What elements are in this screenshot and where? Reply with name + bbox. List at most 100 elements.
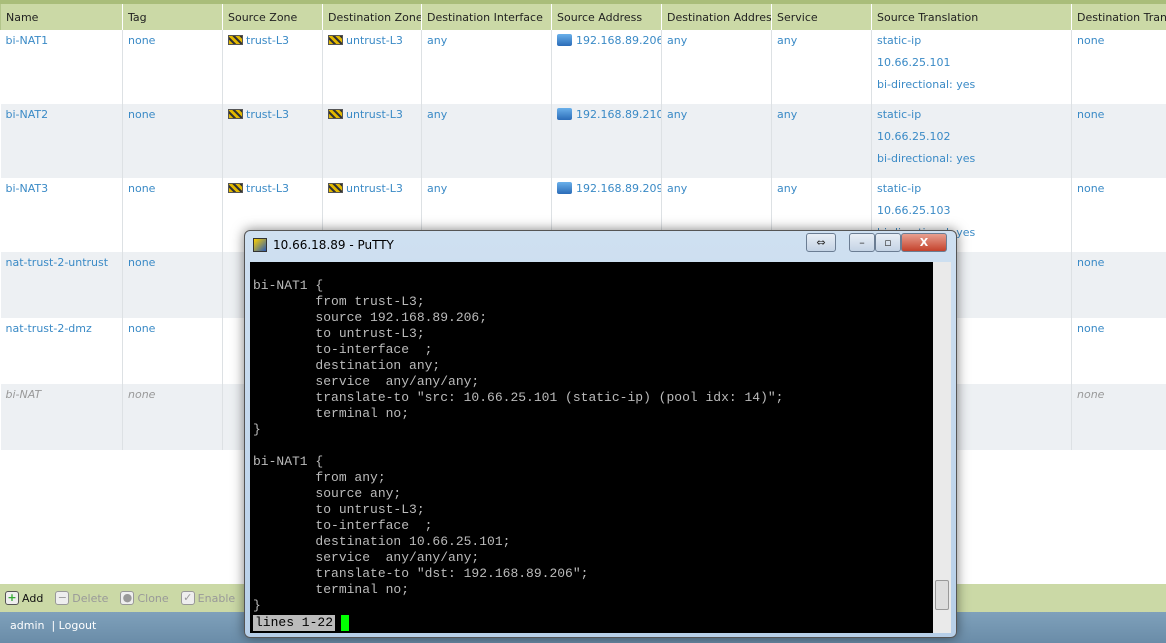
column-header[interactable]: Source Translation (871, 4, 1072, 30)
terminal-line: destination 10.66.25.101; (253, 534, 511, 549)
address-icon (557, 182, 572, 194)
tag-link[interactable]: none (128, 34, 155, 47)
translation-line[interactable]: static-ip (877, 108, 1066, 130)
translation-line[interactable]: 10.66.25.101 (877, 56, 1066, 78)
tag-link[interactable]: none (128, 182, 155, 195)
title-bar[interactable]: 10.66.18.89 - PuTTY (253, 238, 394, 252)
cell-dst-if: any (421, 104, 552, 178)
resize-button[interactable]: ⇔ (806, 233, 836, 252)
cell-dst-zone: untrust-L3 (322, 104, 422, 178)
table-row[interactable]: bi-NAT2 none trust-L3 untrust-L3 any 192.168.… (0, 104, 1166, 178)
tag-link[interactable]: none (128, 256, 155, 269)
cell-service: any (771, 30, 872, 104)
translation-line[interactable]: 10.66.25.102 (877, 130, 1066, 152)
column-header[interactable]: Destination Transla (1071, 4, 1166, 30)
maximize-button[interactable]: ▫ (875, 233, 901, 252)
translation-line[interactable]: static-ip (877, 182, 1066, 204)
scrollbar[interactable] (933, 262, 951, 633)
name-link[interactable]: nat-trust-2-untrust (6, 256, 109, 269)
service-link[interactable]: any (777, 108, 797, 121)
cell-src-addr: 192.168.89.210 (551, 104, 662, 178)
tag-link[interactable]: none (128, 108, 155, 121)
dst-if-link[interactable]: any (427, 182, 447, 195)
src-zone-link[interactable]: trust-L3 (246, 34, 289, 47)
cell-tag: none (122, 318, 223, 384)
clone-icon: ● (120, 591, 135, 605)
dst-trans-link[interactable]: none (1077, 108, 1104, 121)
src-addr-link[interactable]: 192.168.89.210 (576, 108, 661, 121)
cell-dst-trans: none (1071, 104, 1166, 178)
cell-name: bi-NAT (0, 384, 123, 450)
terminal-line: to untrust-L3; (253, 326, 425, 341)
zone-icon (328, 183, 343, 193)
terminal-line: terminal no; (253, 406, 410, 421)
terminal-line: to-interface ; (253, 518, 433, 533)
terminal-line: source 192.168.89.206; (253, 310, 488, 325)
column-header[interactable]: Name (0, 4, 123, 30)
dst-trans-link[interactable]: none (1077, 388, 1104, 401)
cell-name: nat-trust-2-dmz (0, 318, 123, 384)
cell-name: bi-NAT3 (0, 178, 123, 252)
check-icon: ✓ (180, 591, 195, 605)
name-link[interactable]: bi-NAT (6, 388, 42, 401)
dst-addr-link[interactable]: any (667, 34, 687, 47)
service-link[interactable]: any (777, 182, 797, 195)
cell-tag: none (122, 104, 223, 178)
column-header[interactable]: Source Zone (222, 4, 323, 30)
service-link[interactable]: any (777, 34, 797, 47)
dst-trans-link[interactable]: none (1077, 182, 1104, 195)
close-button[interactable]: X (901, 233, 947, 252)
dst-if-link[interactable]: any (427, 108, 447, 121)
name-link[interactable]: bi-NAT2 (6, 108, 49, 121)
dst-zone-link[interactable]: untrust-L3 (346, 108, 403, 121)
column-header[interactable]: Destination Interface (421, 4, 552, 30)
scrollbar-thumb[interactable] (935, 580, 949, 610)
terminal[interactable]: bi-NAT1 { from trust-L3; source 192.168.… (250, 262, 933, 633)
src-zone-link[interactable]: trust-L3 (246, 182, 289, 195)
dst-trans-link[interactable]: none (1077, 256, 1104, 269)
dst-addr-link[interactable]: any (667, 182, 687, 195)
table-row[interactable]: bi-NAT1 none trust-L3 untrust-L3 any 192.168.… (0, 30, 1166, 104)
tag-link[interactable]: none (128, 388, 155, 401)
plus-icon: + (5, 591, 19, 605)
address-icon (557, 108, 572, 120)
name-link[interactable]: bi-NAT1 (6, 34, 49, 47)
dst-if-link[interactable]: any (427, 34, 447, 47)
dst-trans-link[interactable]: none (1077, 34, 1104, 47)
name-link[interactable]: bi-NAT3 (6, 182, 49, 195)
cell-service: any (771, 104, 872, 178)
translation-line[interactable]: 10.66.25.103 (877, 204, 1066, 226)
translation-line[interactable]: bi-directional: yes (877, 152, 1066, 174)
column-header[interactable]: Service (771, 4, 872, 30)
name-link[interactable]: nat-trust-2-dmz (6, 322, 92, 335)
src-zone-link[interactable]: trust-L3 (246, 108, 289, 121)
cell-dst-zone: untrust-L3 (322, 30, 422, 104)
delete-button[interactable]: − Delete (55, 591, 108, 605)
putty-window[interactable]: 10.66.18.89 - PuTTY ⇔ – ▫ X bi-NAT1 { fr… (244, 230, 957, 638)
add-button[interactable]: + Add (5, 591, 43, 605)
dst-zone-link[interactable]: untrust-L3 (346, 182, 403, 195)
translation-line[interactable]: bi-directional: yes (877, 78, 1066, 100)
column-header[interactable]: Destination Zone (322, 4, 422, 30)
pager-status: lines 1-22 (253, 615, 336, 631)
column-header[interactable]: Source Address (551, 4, 662, 30)
cell-tag: none (122, 252, 223, 318)
clone-button[interactable]: ● Clone (120, 591, 169, 605)
src-addr-link[interactable]: 192.168.89.206 (576, 34, 661, 47)
dst-addr-link[interactable]: any (667, 108, 687, 121)
column-header[interactable]: Tag (122, 4, 223, 30)
enable-button[interactable]: ✓ Enable (180, 591, 235, 605)
logout-link[interactable]: | Logout (51, 619, 96, 632)
src-addr-link[interactable]: 192.168.89.209 (576, 182, 661, 195)
cell-dst-trans: none (1071, 178, 1166, 252)
cursor (341, 615, 349, 631)
translation-line[interactable]: static-ip (877, 34, 1066, 56)
dst-trans-link[interactable]: none (1077, 322, 1104, 335)
dst-zone-link[interactable]: untrust-L3 (346, 34, 403, 47)
minimize-button[interactable]: – (849, 233, 875, 252)
cell-tag: none (122, 178, 223, 252)
column-header[interactable]: Destination Address (661, 4, 772, 30)
tag-link[interactable]: none (128, 322, 155, 335)
zone-icon (228, 109, 243, 119)
cell-dst-if: any (421, 30, 552, 104)
